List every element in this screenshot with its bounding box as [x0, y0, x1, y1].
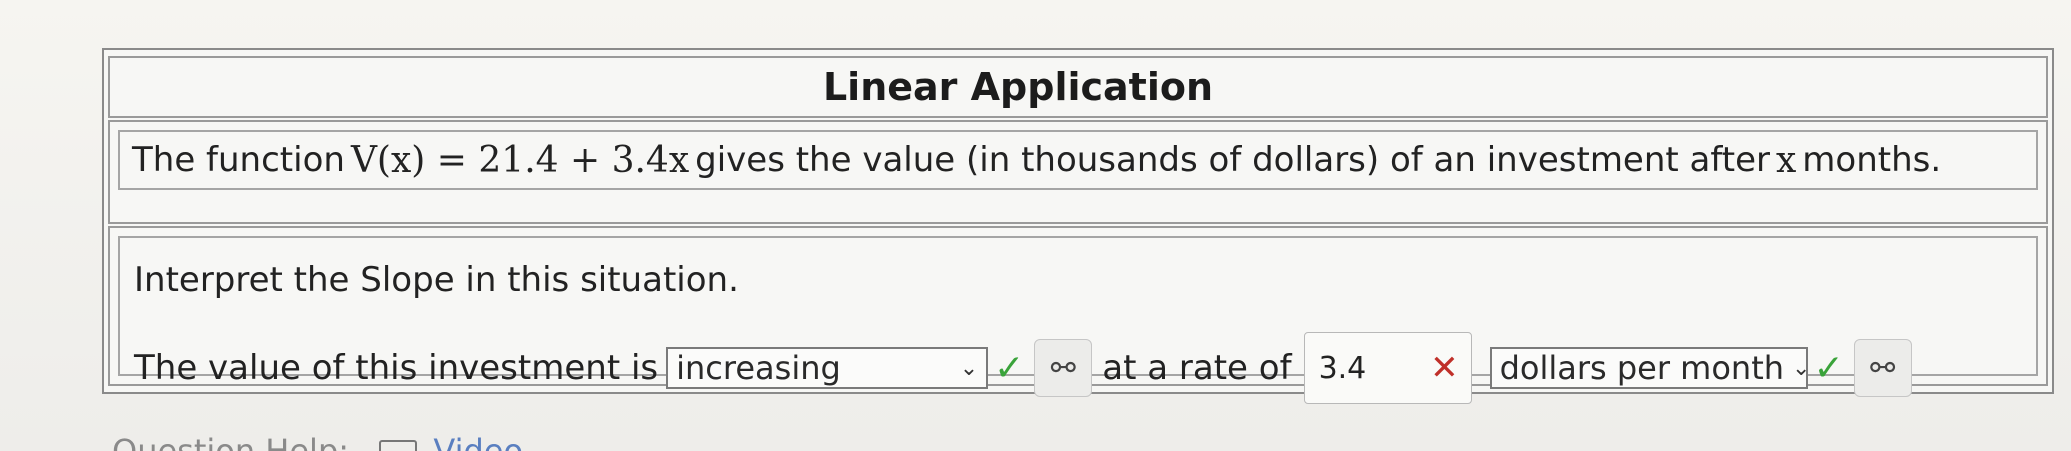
answer-line: The value of this investment is increasi…: [134, 332, 1912, 404]
function-statement: The function V(x) = 21.4 + 3.4x gives th…: [118, 130, 2038, 190]
rate-input-value: 3.4: [1318, 350, 1367, 386]
page: Linear Application The function V(x) = 2…: [0, 0, 2071, 451]
direction-select-value: increasing: [676, 349, 841, 387]
function-suffix: gives the value (in thousands of dollars…: [695, 140, 1770, 180]
help-icon: ⚯: [1870, 350, 1896, 386]
direction-select[interactable]: increasing ⌄: [666, 347, 989, 389]
chevron-down-icon: ⌄: [959, 355, 979, 381]
chevron-down-icon: ⌄: [1792, 355, 1811, 381]
units-select-value: dollars per month: [1499, 349, 1785, 387]
interpretation-row: Interpret the Slope in this situation. T…: [108, 226, 2048, 404]
problem-title: Linear Application: [822, 65, 1214, 109]
interpretation-box: Interpret the Slope in this situation. T…: [118, 236, 2038, 404]
function-row: The function V(x) = 21.4 + 3.4x gives th…: [108, 120, 2048, 224]
video-link[interactable]: Video: [379, 432, 523, 451]
function-end: months.: [1802, 140, 1942, 180]
rate-input[interactable]: 3.4 ✕: [1303, 332, 1472, 404]
question-help-label: Question Help:: [112, 432, 350, 451]
function-prefix: The function: [132, 140, 345, 180]
check-icon: ✓: [994, 347, 1025, 389]
problem-panel: Linear Application The function V(x) = 2…: [102, 48, 2054, 404]
video-icon: [379, 440, 418, 451]
video-label: Video: [433, 432, 524, 451]
answer-middle: at a rate of: [1102, 348, 1292, 388]
help-button[interactable]: ⚯: [1034, 339, 1093, 397]
check-icon: ✓: [1813, 347, 1844, 389]
question-text: Interpret the Slope in this situation.: [134, 260, 739, 300]
function-variable: x: [1775, 139, 1797, 181]
function-math: V(x) = 21.4 + 3.4x: [350, 139, 690, 181]
answer-prefix: The value of this investment is: [134, 348, 659, 388]
units-select[interactable]: dollars per month ⌄: [1489, 347, 1811, 389]
help-icon: ⚯: [1050, 350, 1076, 386]
incorrect-x-icon: ✕: [1430, 348, 1459, 388]
question-help: Question Help: Video: [112, 432, 523, 451]
help-button[interactable]: ⚯: [1853, 339, 1912, 397]
title-row: Linear Application: [108, 56, 2048, 118]
